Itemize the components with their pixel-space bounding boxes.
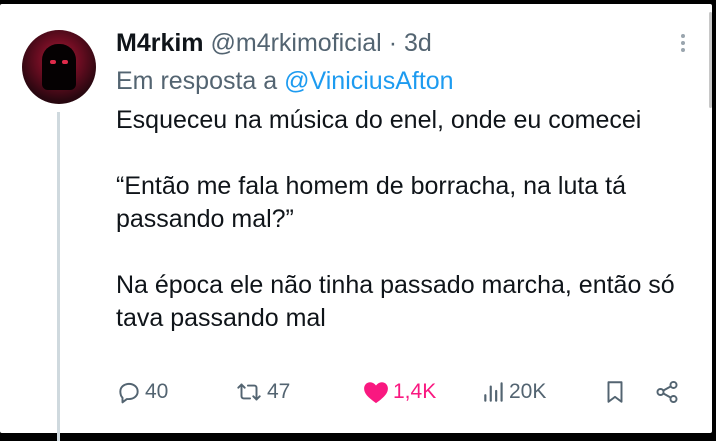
reply-context: Em resposta a @ViniciusAfton [116,64,454,98]
reply-prefix: Em resposta a [116,67,278,95]
reply-button[interactable]: 40 [116,374,168,410]
post-text-line-3: Na época ele não tinha passado marcha, e… [116,271,675,332]
reply-icon [119,382,139,404]
avatar[interactable] [22,30,96,104]
post-text-line-1: Esqueceu na música do enel, onde eu come… [116,106,642,134]
repost-button[interactable]: 47 [234,374,290,410]
reply-count: 40 [145,380,169,403]
action-bar: 40 47 1,4K 20K [116,374,696,410]
more-icon[interactable] [668,28,698,58]
thread-line [57,112,60,441]
scrollbar[interactable] [709,12,712,108]
repost-icon [237,383,261,401]
reply-mention[interactable]: @ViniciusAfton [284,67,453,95]
share-button[interactable] [654,374,680,410]
avatar-eye-right [62,60,68,64]
heart-icon [364,382,388,404]
post-card: M4rkim @m4rkimoficial · 3d Em resposta a… [0,4,712,441]
author-handle[interactable]: @m4rkimoficial [211,29,382,57]
bookmark-button[interactable] [604,374,626,410]
repost-count: 47 [267,380,291,403]
post-text-line-2: “Então me fala homem de borracha, na lut… [116,172,627,233]
avatar-eye-left [50,60,56,64]
author-name[interactable]: M4rkim [116,29,204,57]
separator-dot: · [388,29,398,57]
post-header: M4rkim @m4rkimoficial · 3d [116,26,432,60]
views-icon [484,382,503,402]
like-button[interactable]: 1,4K [362,374,436,410]
post-time[interactable]: 3d [404,29,432,57]
share-icon [656,380,678,404]
view-count: 20K [509,380,547,403]
avatar-figure [42,44,76,90]
like-count: 1,4K [393,380,437,403]
views-button[interactable]: 20K [482,374,546,410]
bookmark-icon [607,381,623,403]
post-text: Esqueceu na música do enel, onde eu come… [116,104,706,335]
